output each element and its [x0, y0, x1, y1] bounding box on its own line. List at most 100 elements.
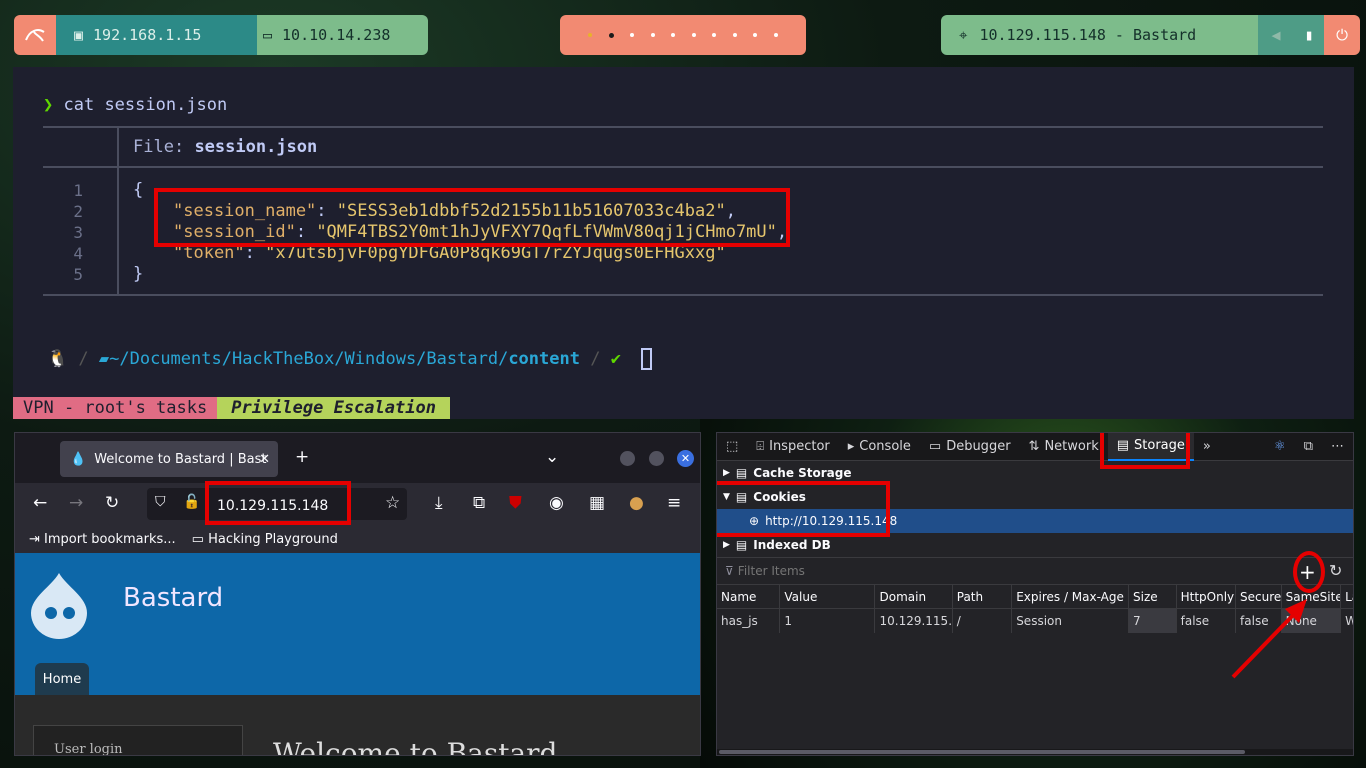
tab-console[interactable]: ▸ Console: [839, 433, 920, 461]
column-header[interactable]: La: [1341, 585, 1353, 609]
storage-icon: ▤: [1116, 438, 1130, 453]
minimize-button[interactable]: [620, 451, 635, 466]
cell-lastaccessed[interactable]: W: [1341, 609, 1353, 633]
tab-label: Console: [859, 439, 911, 454]
kali-dragon-icon: [25, 29, 45, 42]
home-nav-tab[interactable]: Home: [35, 663, 89, 695]
expand-icon: ▶: [723, 540, 730, 550]
cell-value[interactable]: 1: [780, 609, 876, 633]
kali-menu-button[interactable]: [14, 15, 56, 55]
json-value: "SESS3eb1dbbf52d2155b11b51607033c4ba2": [336, 201, 726, 221]
json-value: "QMF4TBS2Y0mt1hJyVFXY7QqfLfVWmV80qj1jCHm…: [316, 222, 777, 242]
maximize-button[interactable]: [649, 451, 664, 466]
vpn-ip-text: 10.10.14.238: [282, 26, 391, 44]
workspace-switcher[interactable]: [560, 15, 806, 55]
column-header[interactable]: Size: [1129, 585, 1177, 609]
tab-inspector[interactable]: ⌹ Inspector: [747, 433, 838, 461]
lock-warning-icon[interactable]: 🔓: [183, 494, 200, 510]
overflow-menu-icon[interactable]: ⋯: [1322, 433, 1353, 461]
workspace-dot[interactable]: [630, 33, 635, 37]
new-tab-icon[interactable]: +: [295, 447, 309, 467]
annotation-arrow: [1231, 599, 1307, 679]
nav-toolbar: ← → ↻ ⛉ 🔓 10.129.115.148 ☆ ⤓ ⧉ ⛊ ◉ ▦ ● ≡: [15, 483, 700, 525]
column-header[interactable]: Domain: [875, 585, 953, 609]
filter-icon: ⊽: [725, 564, 734, 578]
column-header[interactable]: Name: [717, 585, 781, 609]
workspace-dot[interactable]: [732, 33, 737, 37]
react-icon[interactable]: ⚛: [1265, 433, 1295, 461]
cookie-icon[interactable]: ●: [629, 493, 644, 513]
vpn-ip-indicator: ▭ 10.10.14.238: [257, 15, 428, 55]
menu-icon[interactable]: ≡: [667, 493, 681, 513]
volume-icon[interactable]: ◀: [1258, 15, 1294, 55]
tree-label: http://10.129.115.148: [765, 514, 898, 528]
json-key: "session_name": [173, 201, 317, 221]
reload-icon[interactable]: ↻: [105, 493, 119, 513]
tab-storage[interactable]: ▤ Storage: [1107, 433, 1194, 461]
user-login-block: User login: [33, 725, 243, 755]
dock-icon[interactable]: ⧉: [1295, 433, 1322, 461]
expand-icon: ▶: [723, 468, 730, 478]
workspace-dot[interactable]: [608, 32, 614, 38]
tree-indexed-db[interactable]: ▶ ▤ Indexed DB: [723, 533, 831, 557]
refresh-icon[interactable]: ↻: [1329, 561, 1342, 580]
add-item-icon[interactable]: +: [1299, 560, 1316, 584]
terminal-window[interactable]: ❯ cat session.json File: session.json 1 …: [13, 67, 1354, 419]
filter-input[interactable]: [737, 564, 1038, 578]
tab-title: Welcome to Bastard | Bast: [94, 451, 267, 467]
column-header[interactable]: Path: [953, 585, 1013, 609]
tree-cookies[interactable]: ▼ ▤ Cookies: [723, 485, 806, 509]
more-tabs-icon[interactable]: »: [1194, 433, 1220, 461]
column-header[interactable]: Value: [780, 585, 876, 609]
welcome-heading: Welcome to Bastard: [273, 737, 558, 756]
workspace-dot[interactable]: [650, 33, 655, 37]
power-button[interactable]: ⏻: [1324, 15, 1360, 55]
cell-domain[interactable]: 10.129.115....: [875, 609, 953, 633]
bookmark-star-icon[interactable]: ☆: [385, 493, 400, 513]
bookmark-import[interactable]: ⇥ Import bookmarks...: [29, 532, 176, 547]
workspace-dot[interactable]: [588, 33, 593, 37]
foxyproxy-icon[interactable]: ◉: [549, 493, 564, 513]
back-icon[interactable]: ←: [33, 493, 47, 513]
workspace-dot[interactable]: [773, 33, 778, 37]
console-icon: ▸: [847, 439, 855, 454]
close-window-button[interactable]: ✕: [677, 450, 694, 467]
extensions-icon[interactable]: ⧉: [473, 493, 485, 513]
download-icon[interactable]: ⤓: [435, 493, 443, 513]
ublock-icon[interactable]: ⛊: [509, 493, 522, 513]
horizontal-scrollbar[interactable]: [717, 749, 1353, 755]
line-number: 4: [73, 244, 83, 263]
url-text[interactable]: 10.129.115.148: [205, 487, 351, 525]
devtools-panel[interactable]: ⬚ ⌹ Inspector ▸ Console ▭ Debugger ⇅ Network…: [716, 432, 1354, 756]
close-tab-icon[interactable]: ✕: [259, 452, 270, 467]
column-header[interactable]: Expires / Max-Age: [1012, 585, 1130, 609]
tree-cookie-host[interactable]: ⊕ http://10.129.115.148: [717, 509, 1353, 533]
chevron-down-icon[interactable]: ⌄: [545, 447, 559, 467]
qr-icon[interactable]: ▦: [589, 493, 605, 513]
cell-path[interactable]: /: [953, 609, 1013, 633]
cell-size[interactable]: 7: [1129, 609, 1177, 633]
line-number: 3: [73, 223, 83, 242]
tree-cache-storage[interactable]: ▶ ▤ Cache Storage: [723, 461, 852, 485]
scrollbar-thumb[interactable]: [719, 750, 1245, 754]
element-picker-icon[interactable]: ⬚: [717, 433, 747, 461]
workspace-dot[interactable]: [753, 33, 758, 37]
tab-debugger[interactable]: ▭ Debugger: [920, 433, 1020, 461]
workspace-dot[interactable]: [712, 33, 717, 37]
shell-prompt: 🐧 / ▰ ~/Documents/HackTheBox/Windows/Bast…: [47, 345, 652, 373]
site-name[interactable]: Bastard: [123, 583, 223, 613]
cell-name[interactable]: has_js: [717, 609, 781, 633]
forward-icon[interactable]: →: [69, 493, 83, 513]
battery-icon: ▮: [1294, 15, 1324, 55]
bookmark-label: Hacking Playground: [208, 531, 338, 547]
tmux-status-bar: VPN - root's tasks Privilege Escalation: [13, 397, 450, 419]
divider: [43, 166, 1323, 168]
workspace-dot[interactable]: [671, 33, 676, 37]
bookmark-folder[interactable]: ▭ Hacking Playground: [192, 532, 338, 547]
firefox-window[interactable]: 💧 Welcome to Bastard | Bast ✕ + ⌄ ✕ ← → …: [14, 432, 701, 756]
tab-network[interactable]: ⇅ Network: [1020, 433, 1108, 461]
cell-expires[interactable]: Session: [1012, 609, 1130, 633]
shield-icon[interactable]: ⛉: [155, 494, 166, 510]
browser-tab[interactable]: 💧 Welcome to Bastard | Bast ✕: [60, 441, 278, 477]
workspace-dot[interactable]: [691, 33, 696, 37]
